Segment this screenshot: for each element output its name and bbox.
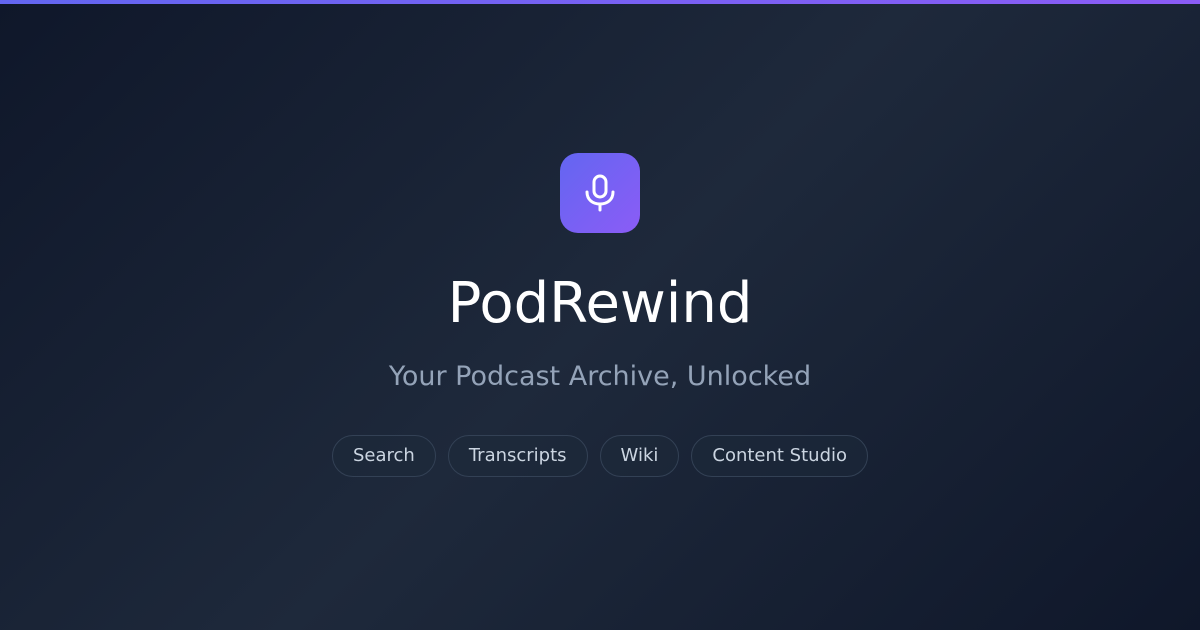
feature-pill-transcripts: Transcripts	[447, 435, 588, 477]
app-tagline: Your Podcast Archive, Unlocked	[388, 361, 812, 392]
hero: PodRewind Your Podcast Archive, Unlocked…	[0, 0, 1200, 630]
logo	[560, 153, 640, 233]
app-title: PodRewind	[447, 271, 753, 336]
feature-pill-search: Search	[331, 435, 436, 477]
feature-pill-wiki: Wiki	[599, 435, 680, 477]
feature-list: Search Transcripts Wiki Content Studio	[0, 435, 1200, 477]
microphone-icon	[585, 174, 615, 212]
feature-pill-content-studio: Content Studio	[691, 435, 869, 477]
